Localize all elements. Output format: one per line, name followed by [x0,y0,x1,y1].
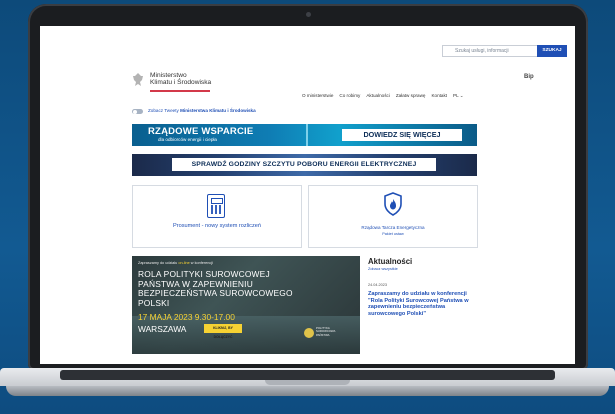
tweets-toggle[interactable] [132,109,143,114]
energy-shield-title: Rządowa Tarcza Energetyczna [361,225,425,230]
main-nav: O ministerstwie Co robimy Aktualności Za… [302,93,464,99]
ministry-name-line2: Klimatu i Środowiska [150,79,212,87]
peak-hours-banner-text: SPRAWDŹ GODZINY SZCZYTU POBORU ENERGII E… [172,158,436,171]
conference-date: 17 MAJA 2023 9.30-17.00 [138,312,235,322]
banner-divider [306,124,308,146]
laptop-notch [265,380,350,385]
conference-title: ROLA POLITYKI SUROWCOWEJ PAŃSTWA W ZAPEW… [138,269,293,308]
peak-hours-banner[interactable]: SPRAWDŹ GODZINY SZCZYTU POBORU ENERGII E… [132,154,477,176]
news-date: 24.04.2023 [368,283,388,287]
keyboard-edge [60,370,555,380]
energy-shield-card[interactable]: Rządowa Tarcza Energetyczna Pakiet ustaw [308,185,478,248]
laptop-base [0,368,615,414]
browser-screen: Szukaj usługi, informacji SZUKAJ Ministe… [40,26,575,364]
nav-item-zalatw-sprawe[interactable]: Załatw sprawę [396,93,426,99]
bip-icon[interactable]: Bip [524,74,534,80]
news-heading: Aktualności [368,257,413,266]
nav-item-co-robimy[interactable]: Co robimy [339,93,360,99]
tweets-toggle-label[interactable]: Zobacz Tweety Ministerstwa Klimatu i Śro… [148,108,256,113]
conference-banner[interactable]: Zapraszamy do udziału on-line w konferen… [132,256,360,354]
eagle-emblem-icon [133,73,143,86]
logo-underline [150,90,210,92]
prosument-card[interactable]: Prosument - nowy system rozliczeń [132,185,302,248]
support-banner-title: RZĄDOWE WSPARCIE [148,126,254,137]
nav-item-kontakt[interactable]: Kontakt [431,93,447,99]
support-banner[interactable]: RZĄDOWE WSPARCIE dla odbiorców energii i… [132,124,477,146]
tweets-label-bold: Ministerstwa Klimatu i Środowiska [180,108,256,113]
search-button[interactable]: SZUKAJ [537,45,567,57]
chevron-down-icon: ⌄ [458,93,464,98]
join-online-button[interactable]: KLIKNIJ, BY DOŁĄCZYĆ [204,324,242,339]
search-input[interactable]: Szukaj usługi, informacji [442,45,545,57]
laptop-base-bottom [6,386,609,396]
conference-invite: Zapraszamy do udziału on-line w konferen… [138,261,213,265]
nav-item-aktualnosci[interactable]: Aktualności [366,93,390,99]
language-select[interactable]: PL ⌄ [453,93,464,99]
calculator-icon [207,194,225,218]
energy-shield-subtitle: Pakiet ustaw [382,232,404,236]
prosument-card-label: Prosument - nowy system rozliczeń [173,223,261,229]
conference-city: WARSZAWA [138,324,187,334]
see-all-news-link[interactable]: Zobacz wszystkie [368,267,398,271]
conference-logo: POLITYKA SUROWCOWA PAŃSTWA [304,324,338,346]
tweets-label-prefix: Zobacz Tweety [148,108,179,113]
learn-more-button[interactable]: DOWIEDZ SIĘ WIĘCEJ [342,129,462,141]
support-banner-subtitle: dla odbiorców energii i ciepła [158,137,217,142]
camera-icon [306,12,311,17]
news-item-link[interactable]: Zapraszamy do udziału w konferencji "Rol… [368,291,478,317]
shield-flame-icon [384,192,402,216]
nav-item-o-ministerstwie[interactable]: O ministerstwie [302,93,333,99]
ministry-logo[interactable]: Ministerstwo Klimatu i Środowiska [150,72,211,86]
